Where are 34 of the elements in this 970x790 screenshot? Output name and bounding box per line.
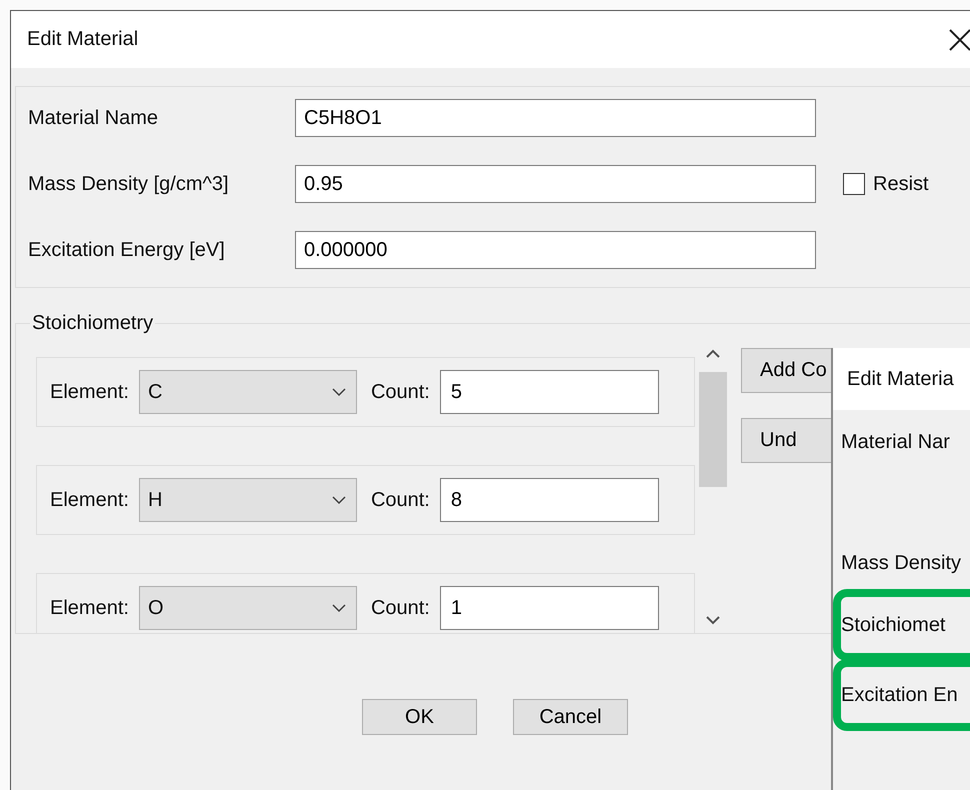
element-dropdown[interactable]: H bbox=[138, 478, 357, 522]
count-label: Count: bbox=[370, 488, 430, 512]
input-field[interactable]: 0.95 bbox=[295, 165, 816, 203]
caret-icon bbox=[332, 496, 346, 504]
button[interactable]: Cancel bbox=[513, 699, 628, 735]
group-title: Stoichiometry bbox=[31, 312, 154, 335]
count-field[interactable]: 5 bbox=[440, 370, 659, 414]
field-label: Stoichiomet bbox=[841, 614, 946, 636]
field-label: Excitation En bbox=[841, 684, 958, 706]
button[interactable]: OK bbox=[362, 699, 477, 735]
scroll-up-icon[interactable] bbox=[706, 349, 720, 358]
window-title: Edit Material bbox=[27, 28, 138, 51]
input-field[interactable]: C5H8O1 bbox=[295, 99, 816, 137]
close-icon[interactable] bbox=[949, 28, 970, 50]
element-label: Element: bbox=[50, 488, 129, 512]
count-field[interactable]: 1 bbox=[440, 586, 659, 630]
caret-icon bbox=[332, 604, 346, 612]
element-label: Element: bbox=[50, 380, 129, 404]
input-field[interactable]: 0.000000 bbox=[295, 231, 816, 269]
field-label: Mass Density bbox=[840, 552, 962, 574]
scrollbar-thumb[interactable] bbox=[698, 372, 726, 487]
scroll-down-icon[interactable] bbox=[706, 616, 720, 625]
caret-icon bbox=[332, 388, 346, 396]
element-label: Element: bbox=[50, 596, 129, 620]
field-label: Mass Density [g/cm^3] bbox=[28, 172, 230, 196]
checkbox-label: Resist bbox=[873, 172, 929, 196]
count-label: Count: bbox=[370, 380, 430, 404]
checkbox[interactable] bbox=[843, 173, 865, 195]
count-field[interactable]: 8 bbox=[440, 478, 659, 522]
element-dropdown[interactable]: C bbox=[138, 370, 357, 414]
count-label: Count: bbox=[370, 596, 430, 620]
element-dropdown[interactable]: O bbox=[138, 586, 357, 630]
field-label: Material Name bbox=[28, 106, 160, 130]
field-label: Excitation Energy [eV] bbox=[28, 238, 226, 262]
